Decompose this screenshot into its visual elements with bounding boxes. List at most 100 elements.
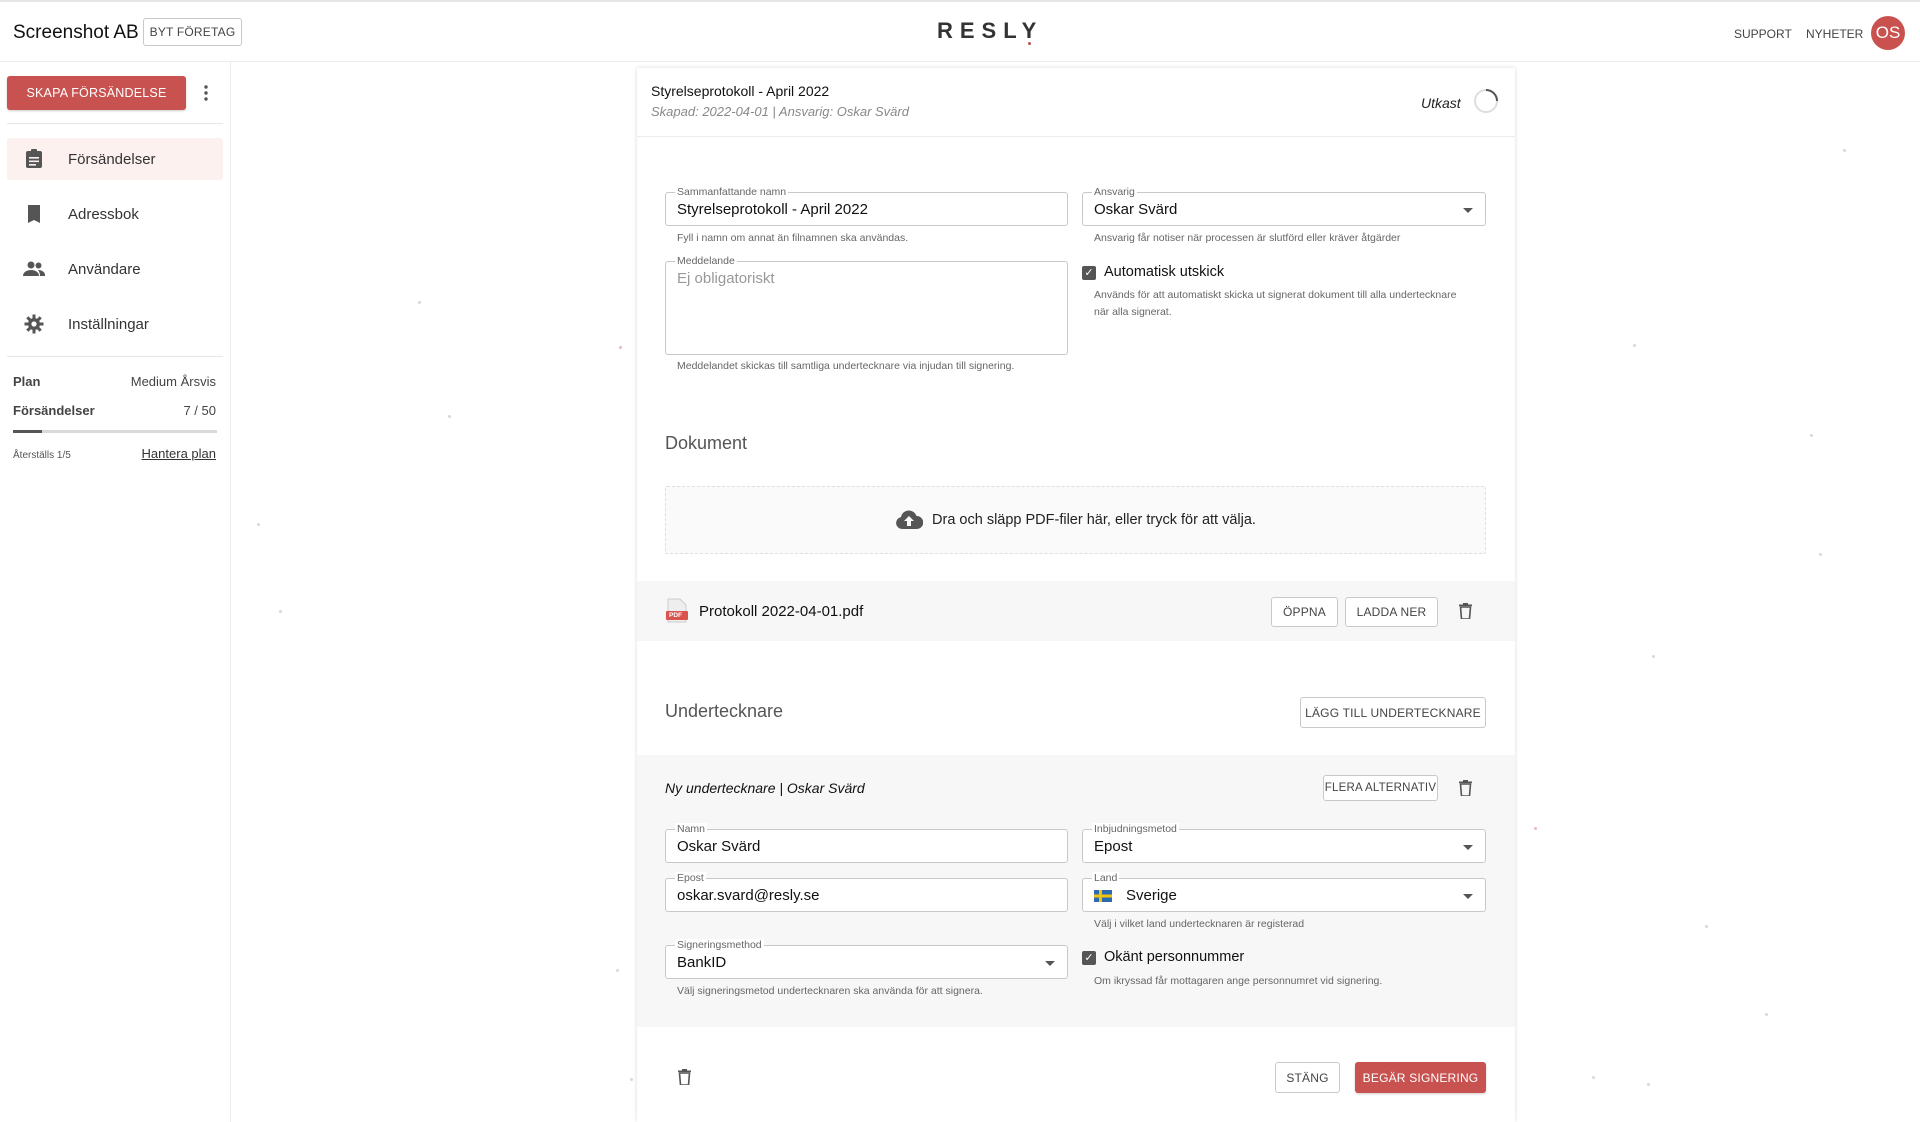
message-textarea[interactable]: Meddelande Ej obligatoriskt <box>665 255 1068 355</box>
auto-send-checkbox[interactable]: ✓ <box>1082 266 1096 280</box>
delete-file-icon[interactable] <box>1459 603 1472 620</box>
more-options-icon[interactable] <box>200 84 212 102</box>
usage-progress-bar <box>13 430 217 433</box>
summary-name-field[interactable]: Sammanfattande namn Styrelseprotokoll - … <box>665 186 1068 226</box>
field-label: Epost <box>675 872 706 884</box>
sidebar-item-adressbok[interactable]: Adressbok <box>7 193 223 235</box>
file-name[interactable]: Protokoll 2022-04-01.pdf <box>699 603 863 620</box>
field-label: Meddelande <box>675 255 737 267</box>
background-dot <box>448 415 451 418</box>
status-progress-icon <box>1473 88 1499 114</box>
usage-value: 7 / 50 <box>183 403 216 418</box>
plan-value: Medium Årsvis <box>130 374 216 389</box>
shipment-card: Styrelseprotokoll - April 2022 Skapad: 2… <box>637 68 1515 1122</box>
field-value: oskar.svard@resly.se <box>677 887 820 904</box>
book-icon <box>21 204 47 224</box>
summary-helper: Fyll i namn om annat än filnamnen ska an… <box>677 232 909 244</box>
sign-method-helper: Välj signeringsmetod undertecknaren ska … <box>677 985 983 997</box>
country-select[interactable]: Land Sverige <box>1082 872 1486 912</box>
sidebar-item-label: Försändelser <box>68 150 156 168</box>
field-value: Oskar Svärd <box>1094 201 1178 218</box>
file-row: PDF Protokoll 2022-04-01.pdf ÖPPNA LADDA… <box>637 581 1515 641</box>
background-dot <box>1534 827 1537 830</box>
more-alternatives-button[interactable]: FLERA ALTERNATIV <box>1323 775 1438 801</box>
download-file-button[interactable]: LADDA NER <box>1345 597 1438 627</box>
invite-method-select[interactable]: Inbjudningsmetod Epost <box>1082 823 1486 863</box>
sidebar: SKAPA FÖRSÄNDELSE Försändelser Adressbok… <box>0 62 231 1122</box>
support-link[interactable]: SUPPORT <box>1734 27 1792 41</box>
signer-panel: Ny undertecknare | Oskar Svärd FLERA ALT… <box>637 755 1515 1027</box>
field-value: Oskar Svärd <box>677 838 761 855</box>
sidebar-item-anvandare[interactable]: Användare <box>7 248 223 290</box>
document-meta: Skapad: 2022-04-01 | Ansvarig: Oskar Svä… <box>651 104 909 119</box>
sidebar-item-installningar[interactable]: Inställningar <box>7 303 223 345</box>
background-dot <box>1705 925 1708 928</box>
chevron-down-icon <box>1045 961 1055 966</box>
background-dot <box>418 301 421 304</box>
background-dot <box>1765 1013 1768 1016</box>
background-dot <box>1592 1076 1595 1079</box>
company-name: Screenshot AB <box>13 22 139 43</box>
responsible-select[interactable]: Ansvarig Oskar Svärd <box>1082 186 1486 226</box>
usage-label: Försändelser <box>13 403 95 418</box>
delete-shipment-icon[interactable] <box>678 1069 691 1086</box>
field-label: Signeringsmethod <box>675 939 764 951</box>
avatar[interactable]: OS <box>1871 16 1905 50</box>
field-label: Land <box>1092 872 1120 884</box>
background-dot <box>1819 553 1822 556</box>
signer-name-field[interactable]: Namn Oskar Svärd <box>665 823 1068 863</box>
pdf-badge: PDF <box>669 612 682 619</box>
sidebar-item-label: Inställningar <box>68 315 149 333</box>
pdf-file-icon: PDF <box>666 598 688 623</box>
signers-section-title: Undertecknare <box>665 701 784 721</box>
background-dot <box>257 523 260 526</box>
message-helper: Meddelandet skickas till samtliga undert… <box>677 360 1015 372</box>
plan-label: Plan <box>13 374 41 389</box>
dropzone-text: Dra och släpp PDF-filer här, eller tryck… <box>932 512 1256 528</box>
manage-plan-link[interactable]: Hantera plan <box>142 446 216 461</box>
top-bar: Screenshot AB BYT FÖRETAG RESLY SUPPORT … <box>0 0 1920 62</box>
background-dot <box>1647 1083 1650 1086</box>
divider <box>7 356 223 357</box>
sidebar-item-label: Adressbok <box>68 205 139 223</box>
divider <box>7 123 223 124</box>
reset-text: Återställs 1/5 <box>13 450 71 461</box>
chevron-down-icon <box>1463 845 1473 850</box>
background-dot <box>1843 149 1846 152</box>
news-link[interactable]: NYHETER <box>1806 27 1863 41</box>
field-value: Sverige <box>1126 887 1177 904</box>
signer-header: Ny undertecknare | Oskar Svärd <box>665 780 865 796</box>
background-dot <box>1633 344 1636 347</box>
sidebar-item-forsandelser[interactable]: Försändelser <box>7 138 223 180</box>
pdf-dropzone[interactable]: Dra och släpp PDF-filer här, eller tryck… <box>665 486 1486 554</box>
open-file-button[interactable]: ÖPPNA <box>1271 597 1338 627</box>
unknown-pn-helper: Om ikryssad får mottagaren ange personnu… <box>1094 975 1383 987</box>
unknown-pn-checkbox[interactable]: ✓ <box>1082 951 1096 965</box>
sign-method-select[interactable]: Signeringsmethod BankID <box>665 939 1068 979</box>
users-icon <box>21 261 47 277</box>
delete-signer-icon[interactable] <box>1459 780 1472 797</box>
close-button[interactable]: STÄNG <box>1275 1062 1340 1093</box>
create-shipment-button[interactable]: SKAPA FÖRSÄNDELSE <box>7 76 186 110</box>
background-dot <box>616 969 619 972</box>
resly-logo[interactable]: RESLY <box>937 18 1043 44</box>
usage-progress-fill <box>13 430 42 433</box>
add-signer-button[interactable]: LÄGG TILL UNDERTECKNARE <box>1300 697 1486 728</box>
cloud-upload-icon <box>895 510 924 530</box>
field-label: Namn <box>675 823 708 835</box>
background-dot <box>279 610 282 613</box>
signer-email-field[interactable]: Epost oskar.svard@resly.se <box>665 872 1068 912</box>
status-badge: Utkast <box>1421 95 1461 111</box>
auto-send-helper: Används för att automatiskt skicka ut si… <box>1094 289 1457 301</box>
background-dot <box>630 1078 633 1081</box>
switch-company-button[interactable]: BYT FÖRETAG <box>143 18 242 46</box>
divider <box>637 136 1515 137</box>
sweden-flag-icon <box>1094 889 1112 902</box>
field-value: BankID <box>677 954 727 971</box>
auto-send-helper: när alla signerat. <box>1094 306 1172 318</box>
documents-section-title: Dokument <box>665 433 748 453</box>
field-value: Styrelseprotokoll - April 2022 <box>677 201 868 218</box>
auto-send-label: Automatisk utskick <box>1104 264 1225 280</box>
request-signing-button[interactable]: BEGÄR SIGNERING <box>1355 1062 1486 1093</box>
field-value: Epost <box>1094 838 1133 855</box>
